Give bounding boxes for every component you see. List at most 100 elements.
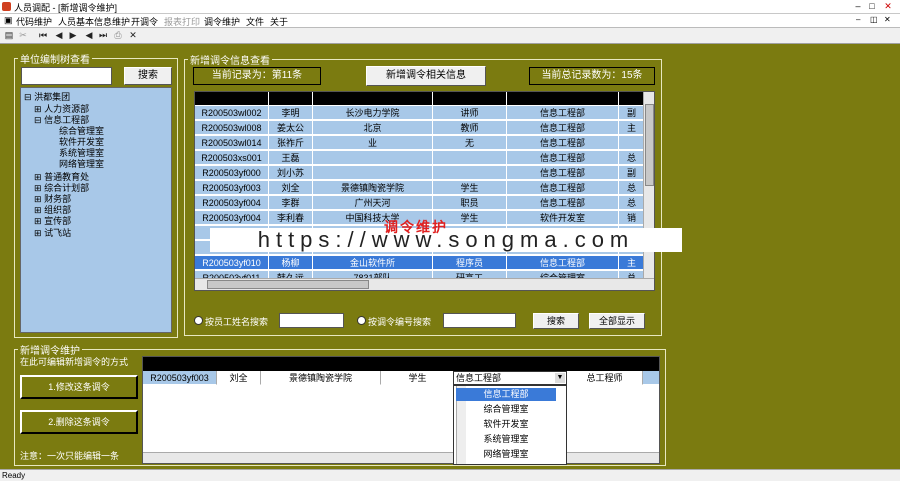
radio-search-by-code[interactable] — [357, 316, 366, 325]
grid-cell[interactable] — [313, 151, 433, 165]
grid-cell[interactable] — [433, 151, 507, 165]
tree-search-button[interactable]: 搜索 — [124, 67, 172, 85]
edit-grid-row[interactable]: R200503yf003 刘全 景德镇陶瓷学院 学生 总工程师 — [143, 371, 659, 386]
grid-header-cell[interactable] — [313, 92, 433, 106]
menu-file[interactable]: 文件 — [246, 15, 264, 28]
grid-cell[interactable]: 信息工程部 — [507, 166, 619, 180]
grid-cell[interactable]: 学生 — [433, 181, 507, 195]
edit-cell[interactable]: 景德镇陶瓷学院 — [261, 371, 381, 385]
grid-vscroll-thumb[interactable] — [645, 104, 654, 186]
grid-cell[interactable]: R200503xs001 — [195, 151, 269, 165]
delete-order-button[interactable]: 2.删除这条调令 — [20, 410, 138, 434]
dropdown-option[interactable]: 综合管理室 — [456, 403, 556, 416]
grid-header-cell[interactable] — [507, 92, 619, 106]
grid-cell[interactable]: 王磊 — [269, 151, 313, 165]
grid-cell[interactable]: 刘小苏 — [269, 166, 313, 180]
grid-cell[interactable]: R200503yf004 — [195, 211, 269, 225]
grid-cell[interactable]: 杨柳 — [269, 256, 313, 270]
next-record-icon[interactable]: ▶ — [68, 30, 78, 41]
grid-cell[interactable]: 信息工程部 — [507, 181, 619, 195]
radio-search-by-name[interactable] — [194, 316, 203, 325]
dropdown-option[interactable]: 系统管理室 — [456, 433, 556, 446]
grid-cell[interactable]: 教师 — [433, 121, 507, 135]
menu-code-maintenance[interactable]: 代码维护 — [16, 15, 52, 28]
grid-cell[interactable]: 主 — [619, 121, 645, 135]
grid-cell[interactable]: R200503yf000 — [195, 166, 269, 180]
grid-cell[interactable]: 程序员 — [433, 256, 507, 270]
delete-icon[interactable]: ✕ — [128, 30, 138, 41]
tree-node-flight-test[interactable]: ⊞ 试飞站 — [34, 226, 71, 239]
maximize-icon[interactable]: □ — [866, 1, 878, 12]
menu-open-order[interactable]: 开调令 — [131, 15, 158, 28]
grid-cell[interactable]: 总 — [619, 151, 645, 165]
grid-cell[interactable] — [313, 166, 433, 180]
grid-cell[interactable]: 信息工程部 — [507, 121, 619, 135]
menu-personnel-info[interactable]: 人员基本信息维护 — [58, 15, 130, 28]
dropdown-option[interactable]: 信息工程部 — [456, 388, 556, 401]
grid-cell[interactable]: 长沙电力学院 — [313, 106, 433, 120]
grid-header-cell[interactable] — [269, 92, 313, 106]
grid-cell[interactable]: 广州天河 — [313, 196, 433, 210]
close-icon[interactable]: ✕ — [882, 1, 894, 12]
grid-cell[interactable]: 北京 — [313, 121, 433, 135]
grid-cell[interactable] — [433, 166, 507, 180]
first-record-icon[interactable]: ⏮ — [38, 30, 48, 41]
grid-cell[interactable]: 总 — [619, 181, 645, 195]
grid-cell[interactable]: R200503yf010 — [195, 256, 269, 270]
grid-horizontal-scrollbar[interactable] — [195, 278, 654, 290]
grid-cell[interactable]: 信息工程部 — [507, 106, 619, 120]
grid-cell[interactable]: 李明 — [269, 106, 313, 120]
grid-cell[interactable]: 李利春 — [269, 211, 313, 225]
grid-cell[interactable]: 张祚斤 — [269, 136, 313, 150]
grid-cell[interactable]: 主 — [619, 256, 645, 270]
mdi-restore-icon[interactable]: ◫ — [870, 15, 878, 24]
grid-search-button[interactable]: 搜索 — [533, 313, 579, 329]
grid-cell[interactable]: 总 — [619, 196, 645, 210]
grid-cell[interactable]: 姜太公 — [269, 121, 313, 135]
org-tree[interactable]: ⊟ 洪都集团 ⊞ 人力资源部 ⊟ 信息工程部 综合管理室 软件开发室 系统管理室… — [20, 87, 172, 333]
order-grid[interactable]: R200503wl002 李明 长沙电力学院 讲师 信息工程部副 R200503wl008… — [194, 91, 655, 291]
grid-cell[interactable]: 软件开发室 — [507, 211, 619, 225]
grid-cell[interactable]: R200503wl008 — [195, 121, 269, 135]
edit-grid[interactable]: R200503yf003 刘全 景德镇陶瓷学院 学生 总工程师 — [142, 356, 660, 464]
grid-cell[interactable]: 李群 — [269, 196, 313, 210]
edit-cell[interactable]: 学生 — [381, 371, 455, 385]
grid-header-cell[interactable] — [619, 92, 645, 106]
minimize-icon[interactable]: – — [852, 1, 864, 12]
grid-cell[interactable]: 副 — [619, 106, 645, 120]
edit-cell[interactable]: 刘全 — [217, 371, 261, 385]
grid-cell[interactable]: 景德镇陶瓷学院 — [313, 181, 433, 195]
grid-cell[interactable]: 销 — [619, 211, 645, 225]
grid-header-cell[interactable] — [433, 92, 507, 106]
mdi-minimize-icon[interactable]: – — [856, 15, 860, 24]
mdi-close-icon[interactable]: ✕ — [884, 15, 891, 24]
modify-order-button[interactable]: 1.修改这条调令 — [20, 375, 138, 399]
prev-record-icon[interactable]: ◀ — [54, 30, 64, 41]
grid-cell[interactable]: 职员 — [433, 196, 507, 210]
grid-cell[interactable]: 刘全 — [269, 181, 313, 195]
menu-order-maintenance[interactable]: 调令维护 — [204, 15, 240, 28]
grid-cell[interactable]: 金山软件所 — [313, 256, 433, 270]
grid-cell[interactable]: 信息工程部 — [507, 136, 619, 150]
last-record-icon[interactable]: ⏭ — [98, 30, 108, 41]
grid-cell[interactable] — [619, 136, 645, 150]
print-icon[interactable]: ⎙ — [113, 30, 123, 41]
menu-report-print[interactable]: 报表打印 — [164, 15, 200, 28]
back-icon[interactable]: ◀ — [84, 30, 94, 41]
grid-cell[interactable]: R200503wl014 — [195, 136, 269, 150]
grid-cell[interactable]: 信息工程部 — [507, 196, 619, 210]
edit-cell[interactable]: 总工程师 — [567, 371, 643, 385]
grid-cell[interactable]: R200503yf004 — [195, 196, 269, 210]
grid-cell[interactable]: R200503yf003 — [195, 181, 269, 195]
grid-hscroll-thumb[interactable] — [207, 280, 369, 289]
grid-cell[interactable]: 业 — [313, 136, 433, 150]
grid-cell[interactable]: 无 — [433, 136, 507, 150]
grid-header-cell[interactable] — [195, 92, 269, 106]
edit-cell[interactable]: R200503yf003 — [143, 371, 217, 385]
related-info-button[interactable]: 新增调令相关信息 — [366, 66, 486, 86]
save-icon[interactable]: ▤ — [4, 30, 14, 41]
tree-search-input[interactable] — [21, 67, 112, 85]
cut-icon[interactable]: ✂ — [18, 30, 28, 41]
menu-about[interactable]: 关于 — [270, 15, 288, 28]
grid-cell[interactable]: R200503wl002 — [195, 106, 269, 120]
